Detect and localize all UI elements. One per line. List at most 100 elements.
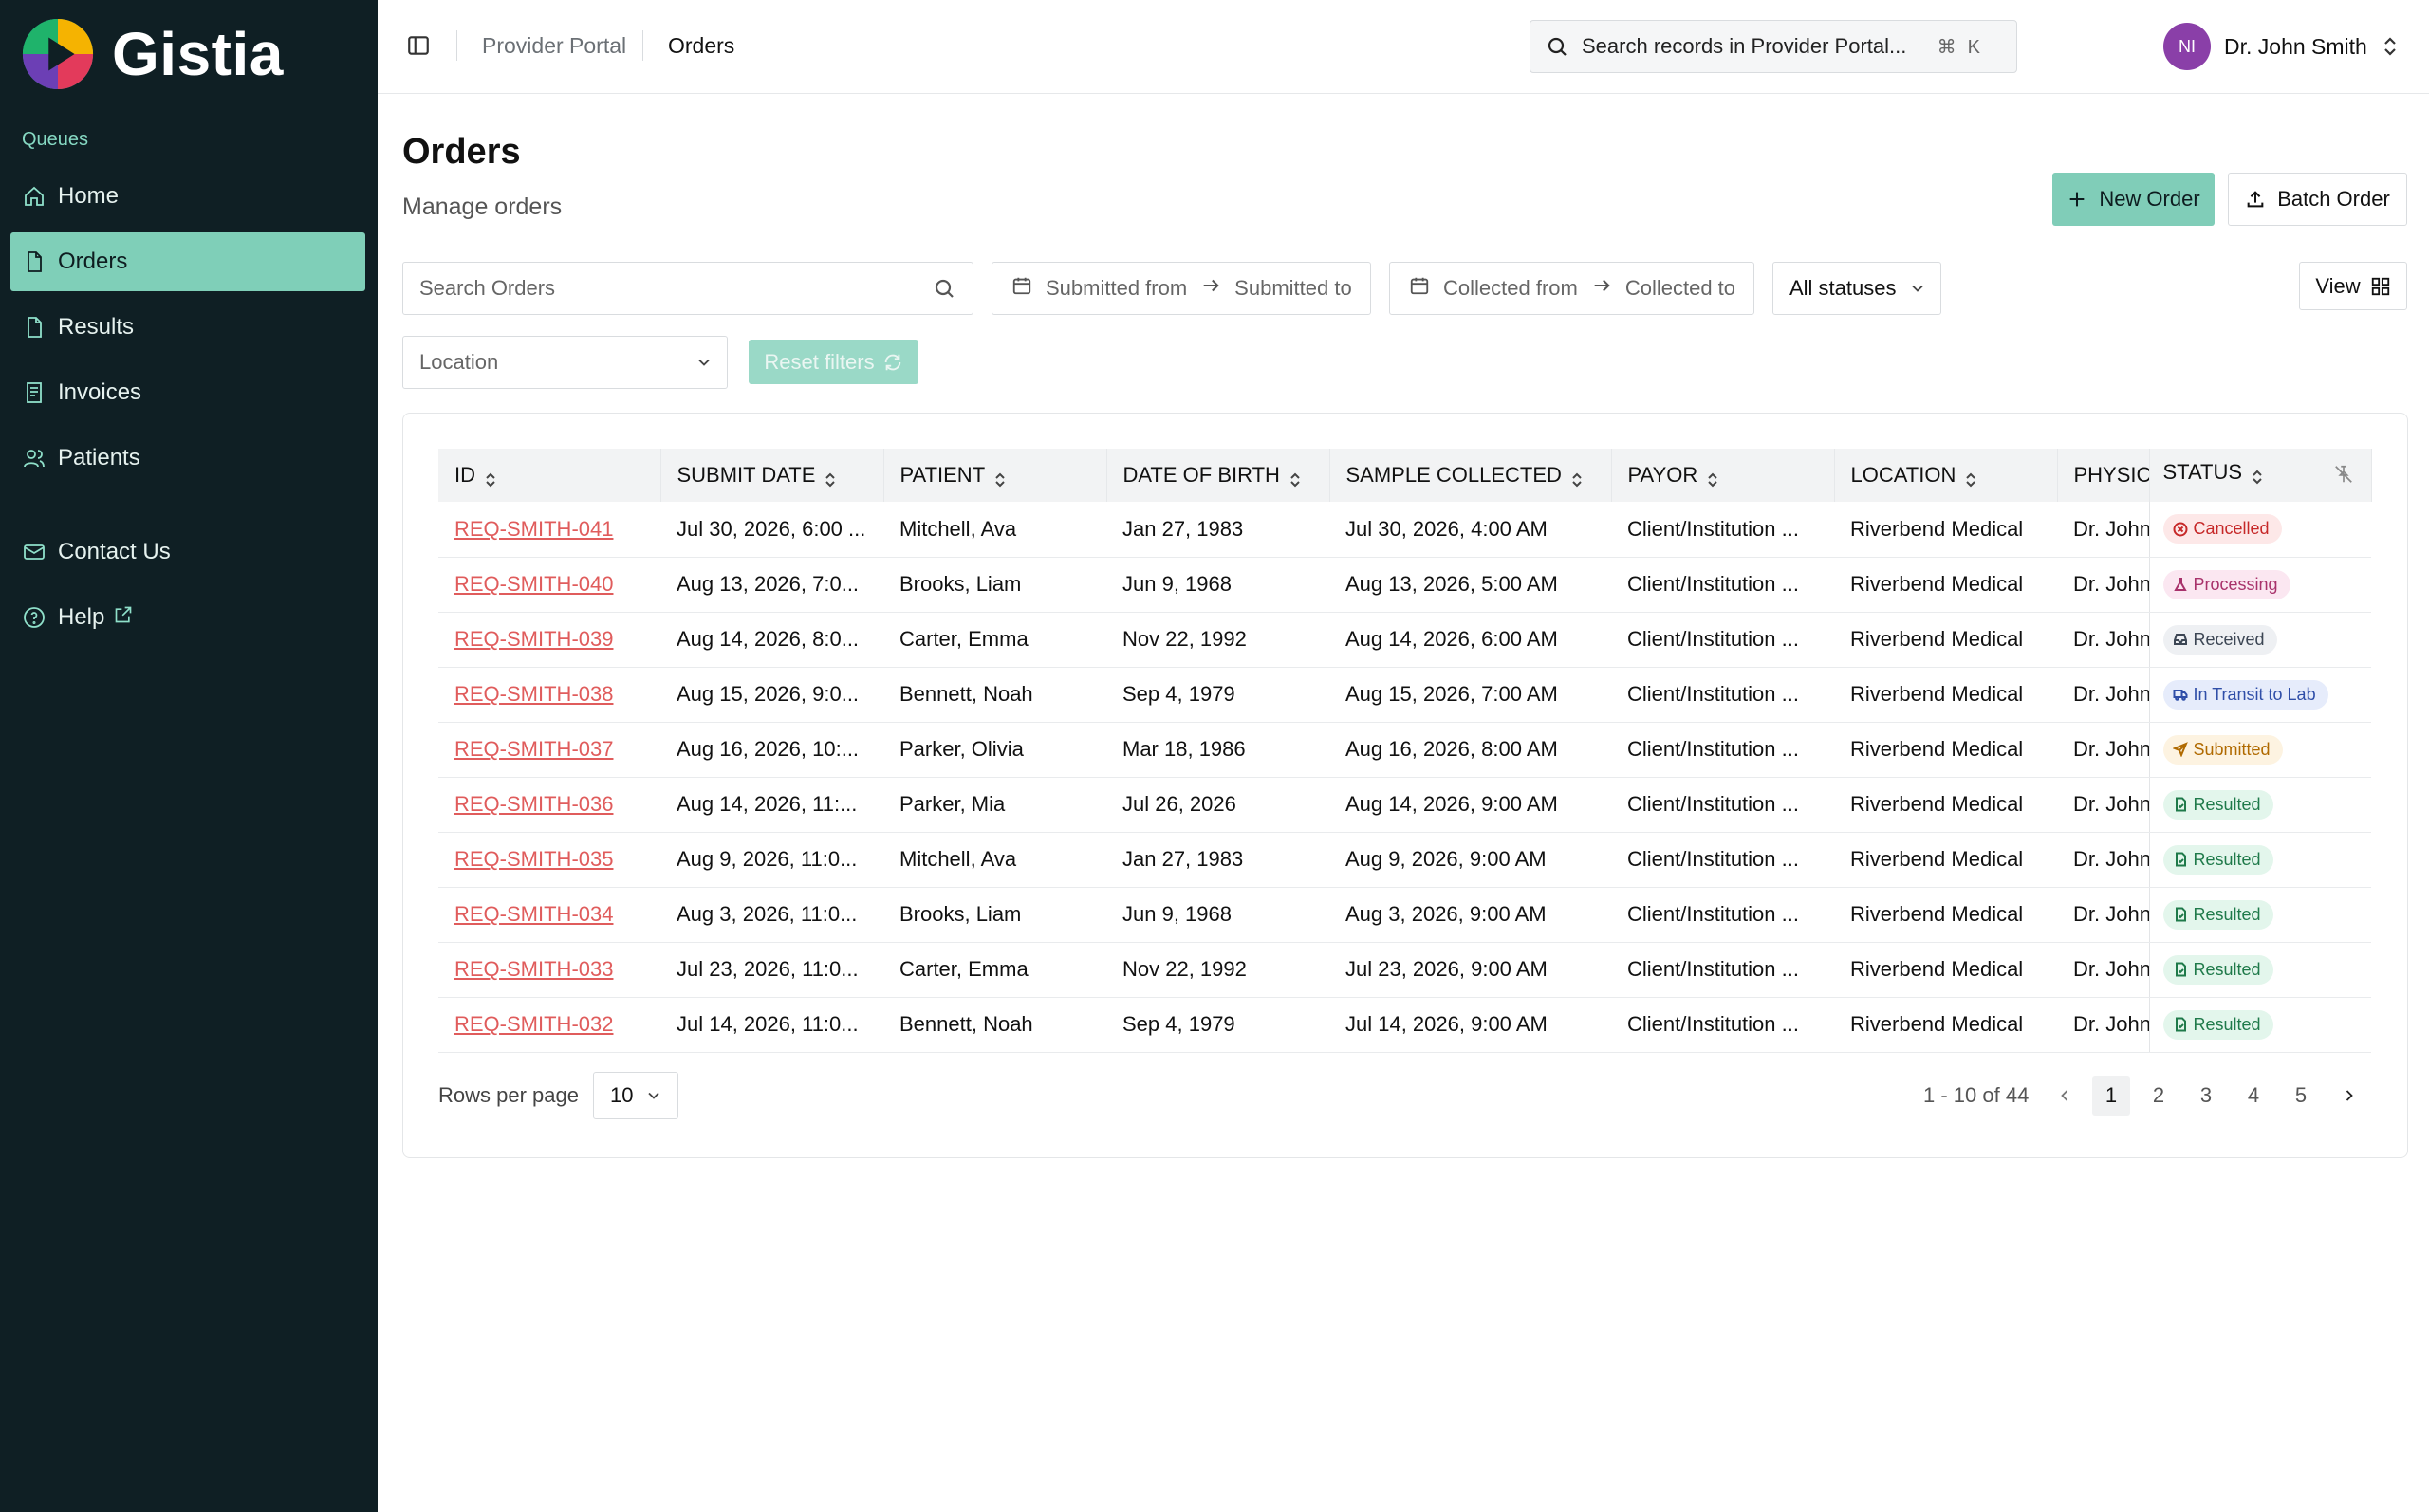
page-button-4[interactable]: 4 [2234, 1076, 2272, 1116]
table-row[interactable]: REQ-SMITH-033 Jul 23, 2026, 11:0... Carter… [438, 942, 2371, 998]
order-id-link[interactable]: REQ-SMITH-041 [454, 517, 613, 541]
column-header-date-of-birth[interactable]: DATE OF BIRTH [1106, 449, 1330, 502]
sidebar-item-home[interactable]: Home [10, 167, 365, 226]
sidebar-item-patients[interactable]: Patients [10, 429, 365, 488]
table-row[interactable]: REQ-SMITH-032 Jul 14, 2026, 11:0... Bennet… [438, 997, 2371, 1053]
page-button-3[interactable]: 3 [2187, 1076, 2225, 1116]
sidebar-item-results[interactable]: Results [10, 298, 365, 357]
order-id-link[interactable]: REQ-SMITH-036 [454, 792, 613, 816]
sort-icon[interactable] [1965, 469, 1976, 488]
plus-icon [2069, 192, 2085, 207]
cell-submit: Jul 14, 2026, 11:0... [660, 997, 883, 1053]
sidebar-item-label: Results [58, 314, 135, 340]
table-row[interactable]: REQ-SMITH-040 Aug 13, 2026, 7:0... Brooks,… [438, 557, 2371, 613]
sidebar-item-label: Home [58, 183, 120, 209]
next-page-button[interactable] [2330, 1076, 2368, 1116]
page-button-5[interactable]: 5 [2282, 1076, 2320, 1116]
sidebar-item-help[interactable]: Help [10, 588, 365, 647]
cell-status: Resulted [2148, 832, 2371, 888]
table-header-row: ID SUBMIT DATE PATIENT DATE OF BIRTH SAMPLE … [438, 449, 2372, 502]
global-search-input[interactable]: Search records in Provider Portal... ⌘K [1530, 20, 2017, 73]
orders-table-card: ID SUBMIT DATE PATIENT DATE OF BIRTH SAMPLE … [402, 413, 2408, 1158]
order-id-link[interactable]: REQ-SMITH-038 [454, 682, 613, 706]
table-row[interactable]: REQ-SMITH-038 Aug 15, 2026, 9:0... Bennett… [438, 667, 2371, 723]
unpin-column-icon[interactable] [2333, 464, 2354, 490]
column-header-label: ID [454, 463, 475, 487]
collected-from-field: Collected from [1443, 276, 1578, 300]
cell-dob: Jan 27, 1983 [1106, 832, 1329, 888]
status-label: Resulted [2193, 794, 2261, 814]
cell-status: Submitted [2148, 722, 2371, 778]
order-id-link[interactable]: REQ-SMITH-039 [454, 627, 613, 651]
sidebar-item-contact-us[interactable]: Contact Us [10, 523, 365, 581]
new-order-button[interactable]: New Order [2052, 173, 2215, 226]
status-select[interactable]: All statuses [1772, 262, 1941, 315]
column-header-submit-date[interactable]: SUBMIT DATE [660, 449, 884, 502]
column-header-status[interactable]: STATUS [2148, 449, 2372, 502]
user-menu[interactable]: NI Dr. John Smith [2163, 23, 2400, 70]
page-button-2[interactable]: 2 [2140, 1076, 2178, 1116]
cell-dob: Jan 27, 1983 [1106, 502, 1329, 558]
table-row[interactable]: REQ-SMITH-041 Jul 30, 2026, 6:00 ... Mitch… [438, 502, 2371, 558]
status-badge: Processing [2162, 569, 2290, 599]
cell-id: REQ-SMITH-034 [438, 887, 660, 943]
reset-filters-label: Reset filters [764, 349, 875, 374]
column-header-id[interactable]: ID [438, 449, 661, 502]
sidebar: Gistia Queues Home Orders Results Invoic… [0, 0, 378, 1512]
view-toggle-button[interactable]: View [2299, 262, 2407, 310]
sort-icon[interactable] [2252, 466, 2263, 485]
cell-location: Riverbend Medical [1834, 612, 2057, 668]
sidebar-item-label: Orders [58, 249, 128, 274]
location-select[interactable]: Location [402, 336, 728, 389]
order-id-link[interactable]: REQ-SMITH-040 [454, 572, 613, 596]
reset-filters-button[interactable]: Reset filters [749, 340, 918, 384]
cell-collected: Aug 3, 2026, 9:00 AM [1329, 887, 1611, 943]
sort-icon[interactable] [994, 469, 1006, 488]
sort-icon[interactable] [485, 469, 496, 488]
sidebar-toggle-icon[interactable] [406, 33, 431, 58]
submitted-date-range-picker[interactable]: Submitted from Submitted to [992, 262, 1371, 315]
cell-submit: Jul 23, 2026, 11:0... [660, 942, 883, 998]
status-badge: Resulted [2162, 844, 2273, 875]
receipt-icon [22, 380, 46, 405]
order-id-link[interactable]: REQ-SMITH-037 [454, 737, 613, 761]
column-header-physician[interactable]: PHYSICIAN [2057, 449, 2150, 502]
sidebar-item-orders[interactable]: Orders [10, 232, 365, 291]
sort-icon[interactable] [1571, 469, 1583, 488]
user-name: Dr. John Smith [2224, 33, 2367, 59]
cell-location: Riverbend Medical [1834, 997, 2057, 1053]
status-badge: Received [2162, 624, 2277, 655]
sort-icon[interactable] [1707, 469, 1718, 488]
table-row[interactable]: REQ-SMITH-035 Aug 9, 2026, 11:0... Mitchel… [438, 832, 2371, 888]
cell-patient: Carter, Emma [883, 942, 1106, 998]
breadcrumb-provider-portal[interactable]: Provider Portal [482, 33, 626, 59]
cell-collected: Jul 23, 2026, 9:00 AM [1329, 942, 1611, 998]
rows-per-page-select[interactable]: 10 [593, 1072, 678, 1119]
app-logo[interactable]: Gistia [21, 17, 284, 91]
column-header-patient[interactable]: PATIENT [883, 449, 1107, 502]
order-search-input[interactable]: Search Orders [402, 262, 973, 315]
table-row[interactable]: REQ-SMITH-034 Aug 3, 2026, 11:0... Brooks,… [438, 887, 2371, 943]
column-header-location[interactable]: LOCATION [1834, 449, 2058, 502]
truck-icon [2173, 687, 2194, 702]
order-id-link[interactable]: REQ-SMITH-034 [454, 902, 613, 926]
table-row[interactable]: REQ-SMITH-036 Aug 14, 2026, 11:... Parker,… [438, 777, 2371, 833]
batch-order-button[interactable]: Batch Order [2228, 173, 2407, 226]
table-row[interactable]: REQ-SMITH-039 Aug 14, 2026, 8:0... Carter,… [438, 612, 2371, 668]
divider [456, 30, 457, 61]
order-id-link[interactable]: REQ-SMITH-033 [454, 957, 613, 981]
order-id-link[interactable]: REQ-SMITH-035 [454, 847, 613, 871]
cell-payor: Client/Institution ... [1611, 502, 1834, 558]
order-id-link[interactable]: REQ-SMITH-032 [454, 1012, 613, 1036]
sort-icon[interactable] [1289, 469, 1301, 488]
sidebar-item-invoices[interactable]: Invoices [10, 363, 365, 422]
sort-icon[interactable] [825, 469, 836, 488]
column-header-sample-collected[interactable]: SAMPLE COLLECTED [1329, 449, 1612, 502]
table-row[interactable]: REQ-SMITH-037 Aug 16, 2026, 10:... Parker,… [438, 722, 2371, 778]
column-header-payor[interactable]: PAYOR [1611, 449, 1835, 502]
collected-date-range-picker[interactable]: Collected from Collected to [1389, 262, 1754, 315]
previous-page-button[interactable] [2046, 1076, 2084, 1116]
collected-to-field: Collected to [1624, 276, 1736, 300]
page-button-1[interactable]: 1 [2092, 1076, 2130, 1116]
cell-status: Cancelled [2148, 502, 2371, 558]
